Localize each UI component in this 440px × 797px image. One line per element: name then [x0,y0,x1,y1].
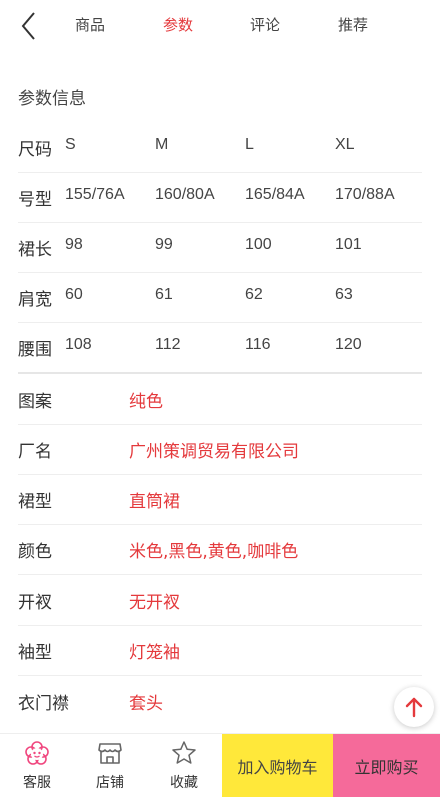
size-row-label: 尺码 [18,140,52,160]
tab-params[interactable]: 参数 [148,14,208,35]
customer-service-label: 客服 [23,775,51,791]
size-cell: 62 [245,286,263,303]
attribute-label: 厂名 [18,442,52,462]
attribute-value: 直筒裙 [129,492,180,512]
size-row-label: 腰围 [18,340,52,360]
size-cell: L [245,136,254,153]
size-cell: 160/80A [155,186,215,203]
attribute-row: 厂名 广州策调贸易有限公司 [18,424,422,475]
store-icon [98,743,122,764]
attribute-row: 开衩 无开衩 [18,575,422,626]
add-to-cart-button[interactable]: 加入购物车 [222,734,333,797]
size-cell: 63 [335,286,353,303]
attribute-row: 袖型 灯笼袖 [18,625,422,676]
attribute-value: 灯笼袖 [129,643,180,663]
attribute-row: 图案 纯色 [18,374,422,425]
attribute-value: 米色,黑色,黄色,咖啡色 [129,542,299,562]
size-cell: M [155,136,169,153]
size-cell: 108 [65,336,92,353]
size-row: 裙长 98 99 100 101 [18,222,422,273]
size-row-label: 肩宽 [18,290,52,310]
flower-icon [25,741,49,765]
customer-service-button[interactable]: 客服 [2,734,72,797]
attribute-row: 衣门襟 套头 [18,676,422,726]
favorite-label: 收藏 [170,775,198,791]
top-nav-bar: 商品 参数 评论 推荐 [0,0,440,52]
attribute-value: 广州策调贸易有限公司 [129,442,299,462]
size-row: 号型 155/76A 160/80A 165/84A 170/88A [18,172,422,223]
shop-label: 店铺 [96,775,124,791]
tab-reviews[interactable]: 评论 [235,14,295,35]
size-cell: S [65,136,76,153]
size-row: 尺码 S M L XL [18,122,422,173]
tab-products[interactable]: 商品 [60,14,120,35]
attribute-label: 开衩 [18,593,52,613]
attribute-value: 无开衩 [129,593,180,613]
back-button[interactable] [14,10,44,42]
attribute-label: 颜色 [18,542,52,562]
star-icon [172,741,196,764]
attribute-label: 袖型 [18,643,52,663]
size-cell: 100 [245,236,272,253]
size-cell: 120 [335,336,362,353]
size-row-label: 号型 [18,190,52,210]
size-cell: 170/88A [335,186,395,203]
attribute-value: 纯色 [129,392,163,412]
attribute-value: 套头 [129,694,163,714]
size-cell: 165/84A [245,186,305,203]
favorite-button[interactable]: 收藏 [149,734,219,797]
size-row: 肩宽 60 61 62 63 [18,272,422,323]
attribute-label: 裙型 [18,492,52,512]
size-cell: 61 [155,286,173,303]
attribute-label: 图案 [18,392,52,412]
size-cell: 60 [65,286,83,303]
attribute-label: 衣门襟 [18,694,69,714]
size-cell: 155/76A [65,186,125,203]
arrow-up-icon [405,697,423,718]
section-title: 参数信息 [18,89,86,109]
chevron-left-icon [21,12,35,40]
shop-button[interactable]: 店铺 [75,734,145,797]
size-cell: 101 [335,236,362,253]
size-cell: XL [335,136,355,153]
attribute-row: 颜色 米色,黑色,黄色,咖啡色 [18,524,422,575]
size-cell: 116 [245,336,271,353]
size-row-label: 裙长 [18,240,52,260]
size-row: 腰围 108 112 116 120 [18,322,422,374]
size-cell: 98 [65,236,83,253]
scroll-top-button[interactable] [394,687,434,727]
size-cell: 99 [155,236,173,253]
attribute-row: 裙型 直筒裙 [18,474,422,525]
size-cell: 112 [155,336,181,353]
tab-recommend[interactable]: 推荐 [323,14,383,35]
bottom-action-bar: 客服 店铺 收藏 加入购物车 立即购买 [0,733,440,797]
buy-now-button[interactable]: 立即购买 [333,734,440,797]
